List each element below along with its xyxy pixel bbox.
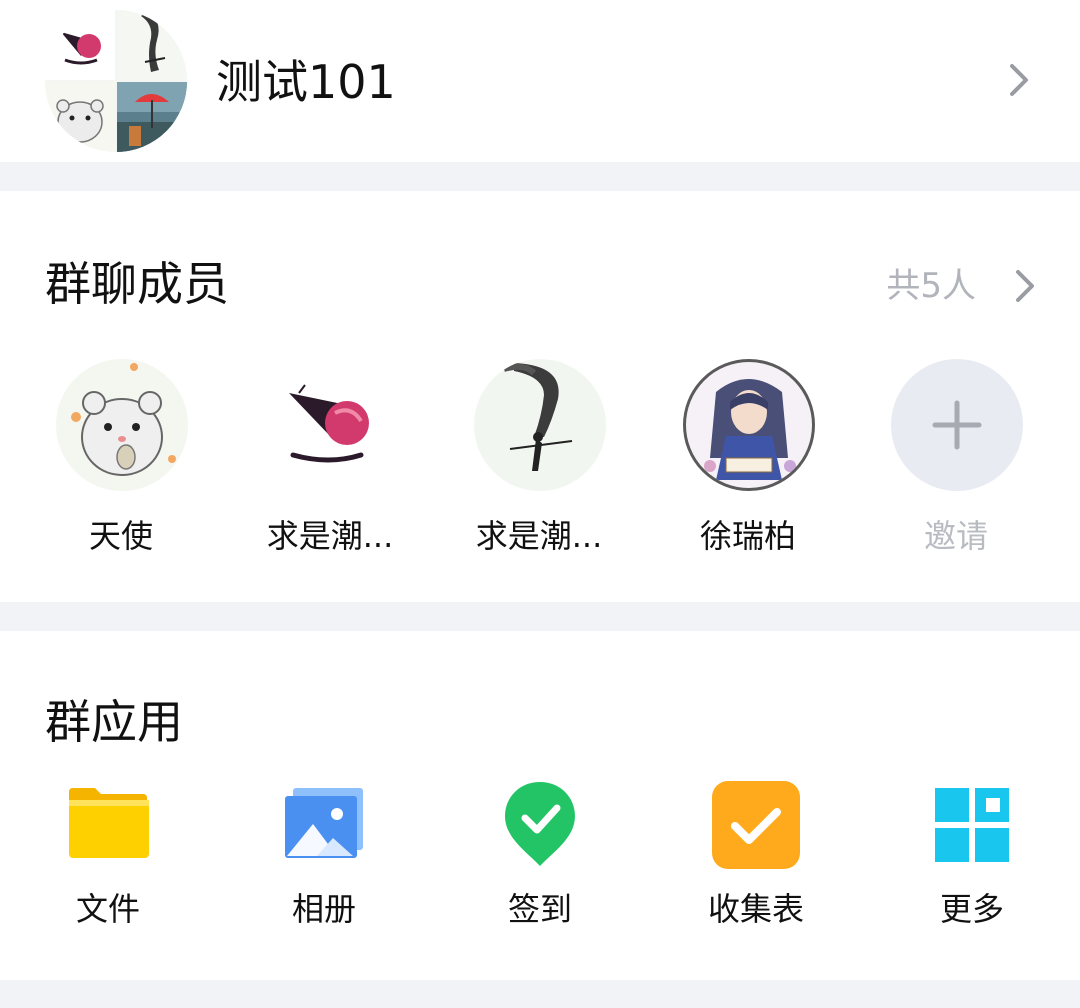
chevron-right-icon[interactable] (1004, 60, 1034, 100)
app-label: 收集表 (707, 890, 804, 928)
app-files[interactable]: 文件 (8, 780, 208, 930)
member-item[interactable]: 求是潮... (434, 359, 644, 569)
folder-icon (65, 780, 151, 866)
invite-plus-icon[interactable] (891, 359, 1023, 491)
member-name: 天使 (88, 517, 153, 555)
app-label: 文件 (75, 890, 140, 928)
group-header[interactable]: 测试101 (0, 0, 1080, 162)
members-chevron-right-icon[interactable] (1010, 266, 1040, 306)
members-section-title: 群聊成员 (45, 257, 229, 311)
member-item[interactable]: 徐瑞柏 (643, 359, 853, 569)
form-check-icon (711, 780, 801, 870)
member-count[interactable]: 共5人 (886, 262, 976, 310)
member-avatar-hamster (56, 359, 188, 491)
member-name: 求是潮... (475, 517, 603, 555)
group-avatar-tile-hamster (45, 82, 115, 152)
invite-label: 邀请 (923, 517, 988, 555)
app-label: 签到 (507, 890, 572, 928)
apps-section-title: 群应用 (45, 695, 183, 749)
member-item[interactable]: 天使 (16, 359, 226, 569)
photo-album-icon (281, 780, 367, 866)
app-photo-album[interactable]: 相册 (224, 780, 424, 930)
app-collection-form[interactable]: 收集表 (656, 780, 856, 930)
member-avatar-anime-character (683, 359, 815, 491)
member-avatar-ink-swordsman (474, 359, 606, 491)
member-name: 徐瑞柏 (699, 517, 796, 555)
member-name: 求是潮... (266, 517, 394, 555)
app-label: 相册 (291, 890, 356, 928)
app-more[interactable]: 更多 (872, 780, 1072, 930)
app-label: 更多 (939, 890, 1004, 928)
group-avatar (45, 10, 187, 152)
app-check-in[interactable]: 签到 (440, 780, 640, 930)
member-avatar-pink-logo (265, 359, 397, 491)
check-in-pin-icon (497, 780, 583, 866)
group-avatar-tile-logo (45, 10, 115, 80)
group-avatar-tile-ink (117, 10, 187, 80)
member-item[interactable]: 求是潮... (225, 359, 435, 569)
group-name: 测试101 (216, 55, 396, 109)
more-grid-icon (929, 780, 1015, 866)
invite-button[interactable]: 邀请 (851, 359, 1061, 569)
group-avatar-tile-scene (117, 82, 187, 152)
